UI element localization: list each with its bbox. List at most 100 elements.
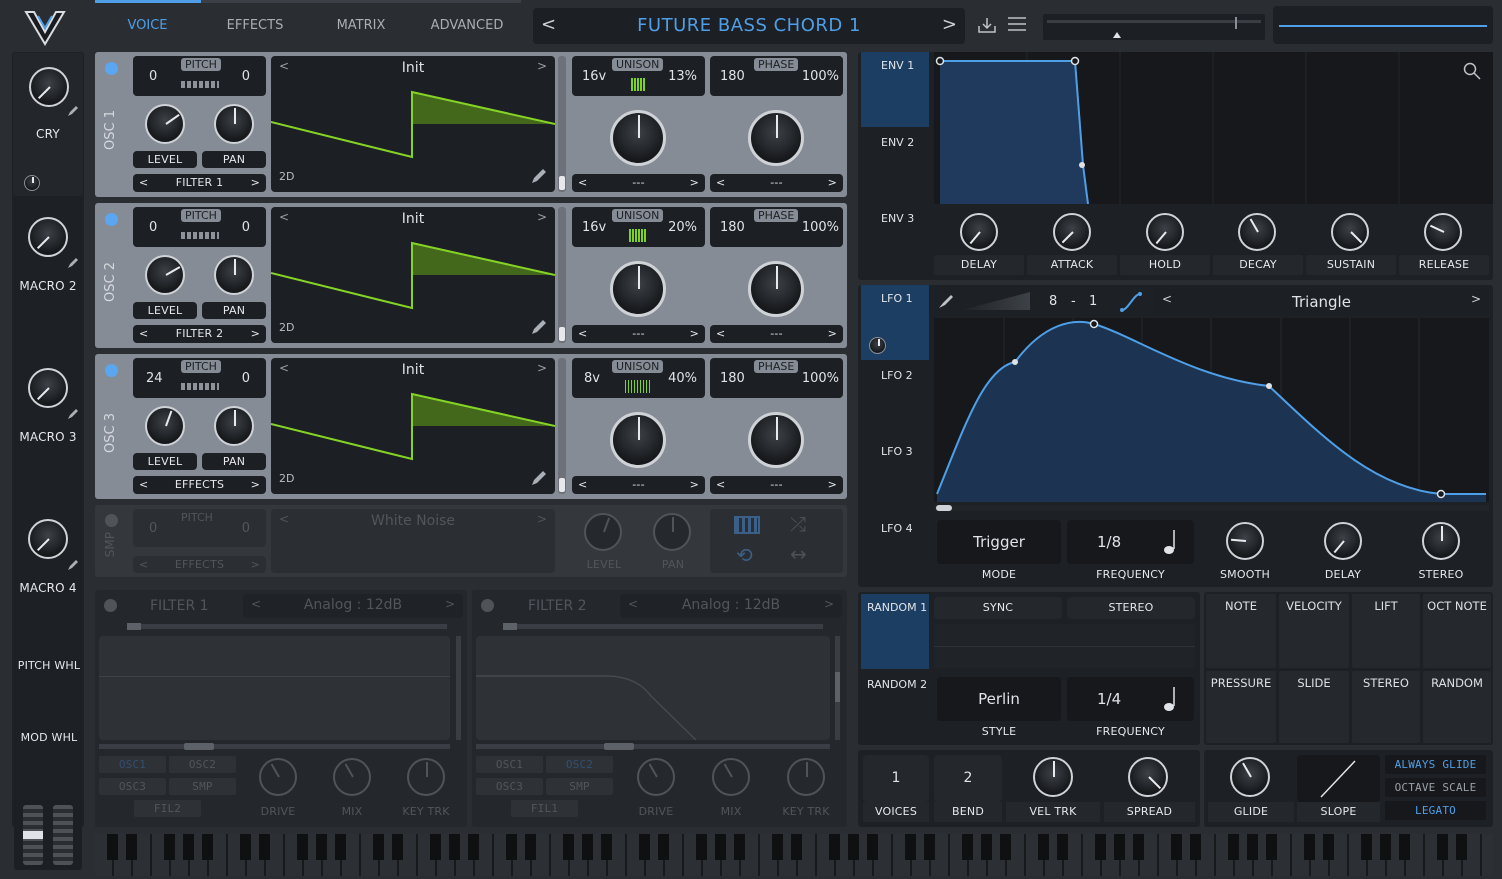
black-key[interactable] <box>867 834 878 860</box>
lfo-grid-x[interactable]: 8 <box>1049 294 1057 309</box>
osc-2-pan-knob[interactable] <box>214 255 254 295</box>
osc-2-destination-select[interactable]: < FILTER 2 > <box>133 325 266 343</box>
osc-2-dimension-toggle[interactable]: 2D <box>279 321 294 334</box>
voices-value[interactable]: 1 <box>863 770 929 786</box>
mod-source-pressure[interactable]: PRESSURE <box>1206 671 1276 743</box>
legato-toggle[interactable]: LEGATO <box>1385 801 1486 820</box>
black-key[interactable] <box>1057 834 1068 860</box>
black-key[interactable] <box>1228 834 1239 860</box>
octave-scale-toggle[interactable]: OCTAVE SCALE <box>1385 778 1486 797</box>
mod-source-note[interactable]: NOTE <box>1206 594 1276 668</box>
filter-2-response-display[interactable] <box>476 636 830 741</box>
keytrack-icon[interactable] <box>734 516 760 534</box>
black-key[interactable] <box>1095 834 1106 860</box>
osc-2-unison-detune[interactable]: 20% <box>668 220 697 235</box>
wheels-widget[interactable] <box>14 800 82 870</box>
macro-3-knob[interactable] <box>28 368 68 408</box>
filter-2-type[interactable]: Analog : 12dB <box>620 597 842 613</box>
osc-3-tune[interactable]: 0 <box>242 371 250 386</box>
filter-2-mix-knob[interactable] <box>712 758 750 796</box>
macro-1-mod-knob[interactable] <box>24 175 40 191</box>
osc-2-phase-knob[interactable] <box>748 261 804 317</box>
black-key[interactable] <box>240 834 251 860</box>
mod-source-velocity[interactable]: VELOCITY <box>1279 594 1349 668</box>
osc-3-level-knob[interactable] <box>145 406 185 446</box>
random-phase-icon[interactable]: ⤮ <box>790 512 806 536</box>
black-key[interactable] <box>1038 834 1049 860</box>
save-icon[interactable] <box>977 16 997 34</box>
osc-1-dimension-toggle[interactable]: 2D <box>279 170 294 183</box>
sampler-next[interactable]: > <box>537 512 547 526</box>
env-sustain-knob[interactable] <box>1331 213 1369 251</box>
filter-1-slider[interactable] <box>127 623 447 630</box>
env-decay-knob[interactable] <box>1238 213 1276 251</box>
osc-2-pitch-box[interactable]: 0 PITCH 0 <box>133 207 266 247</box>
lfo-grid-y[interactable]: 1 <box>1089 294 1097 309</box>
random-frequency-box[interactable]: 1/4 <box>1067 677 1194 721</box>
black-key[interactable] <box>658 834 669 860</box>
black-key[interactable] <box>1456 834 1467 860</box>
black-key[interactable] <box>1190 834 1201 860</box>
env-delay-knob[interactable] <box>960 213 998 251</box>
osc-3-pitch-box[interactable]: 24 PITCH 0 <box>133 358 266 398</box>
osc-3-unison-knob[interactable] <box>610 412 666 468</box>
filter-1-scroll[interactable] <box>456 636 461 740</box>
black-key[interactable] <box>316 834 327 860</box>
filter-1-enable-toggle[interactable] <box>104 599 117 612</box>
lfo-smooth-ramp[interactable] <box>962 292 1030 310</box>
macro-4-label[interactable]: MACRO 4 <box>13 581 83 595</box>
lfo-mode-box[interactable]: Trigger <box>937 520 1061 564</box>
filter-1-src-osc2[interactable]: OSC2 <box>169 756 236 773</box>
black-key[interactable] <box>373 834 384 860</box>
black-key[interactable] <box>1133 834 1144 860</box>
edit-pencil-icon[interactable] <box>67 105 79 117</box>
env-attack-knob[interactable] <box>1053 213 1091 251</box>
lfo-stereo-knob[interactable] <box>1422 522 1460 560</box>
black-key[interactable] <box>392 834 403 860</box>
osc-2-tune[interactable]: 0 <box>242 220 250 235</box>
black-key[interactable] <box>924 834 935 860</box>
filter-2-type-select[interactable]: < Analog : 12dB > <box>620 594 842 618</box>
filter-1-src-smp[interactable]: SMP <box>169 778 236 795</box>
slope-display[interactable] <box>1297 755 1380 802</box>
osc-2-unison-box[interactable]: 16v UNISON 20% <box>572 207 705 247</box>
preset-next-button[interactable]: > <box>942 14 957 35</box>
filter-1-drive-knob[interactable] <box>259 758 297 796</box>
spread-knob[interactable] <box>1128 757 1168 797</box>
voices-box[interactable]: 1 <box>863 755 929 802</box>
osc-1-pan-knob[interactable] <box>214 104 254 144</box>
osc-1-tune[interactable]: 0 <box>242 69 250 84</box>
random-tab-1[interactable]: RANDOM 1 <box>861 594 929 669</box>
black-key[interactable] <box>297 834 308 860</box>
lfo-tab-4[interactable]: LFO 4 <box>861 515 929 587</box>
filter-1-mix-knob[interactable] <box>333 758 371 796</box>
osc-3-wave-frame-slider[interactable] <box>558 358 566 494</box>
osc-3-enable-toggle[interactable] <box>105 364 118 377</box>
lfo-tab-3[interactable]: LFO 3 <box>861 438 929 512</box>
black-key[interactable] <box>449 834 460 860</box>
edit-pencil-icon[interactable] <box>67 408 79 420</box>
black-key[interactable] <box>791 834 802 860</box>
osc-3-dimension-toggle[interactable]: 2D <box>279 472 294 485</box>
volume-marker-icon[interactable] <box>1113 32 1121 38</box>
lfo-frequency-box[interactable]: 1/8 <box>1067 520 1194 564</box>
osc-1-wave-frame-slider[interactable] <box>558 56 566 192</box>
black-key[interactable] <box>1114 834 1125 860</box>
bend-value[interactable]: 2 <box>934 770 1002 786</box>
osc-1-distortion-select[interactable]: < --- > <box>710 174 843 192</box>
osc-2-transpose[interactable]: 0 <box>149 220 157 235</box>
black-key[interactable] <box>1266 834 1277 860</box>
filter-2-src-osc2[interactable]: OSC2 <box>546 756 613 773</box>
osc-1-transpose[interactable]: 0 <box>149 69 157 84</box>
osc-3-phase-box[interactable]: 180 PHASE 100% <box>710 358 843 398</box>
black-key[interactable] <box>563 834 574 860</box>
osc-1-unison-knob[interactable] <box>610 110 666 166</box>
osc-2-phase-box[interactable]: 180 PHASE 100% <box>710 207 843 247</box>
mod-wheel[interactable] <box>53 805 73 865</box>
menu-icon[interactable] <box>1008 17 1026 31</box>
osc-3-distortion-select[interactable]: < --- > <box>710 476 843 494</box>
osc-3-phase-random[interactable]: 100% <box>802 371 839 386</box>
bounce-icon[interactable]: ↔ <box>790 542 807 566</box>
black-key[interactable] <box>1171 834 1182 860</box>
black-key[interactable] <box>1304 834 1315 860</box>
